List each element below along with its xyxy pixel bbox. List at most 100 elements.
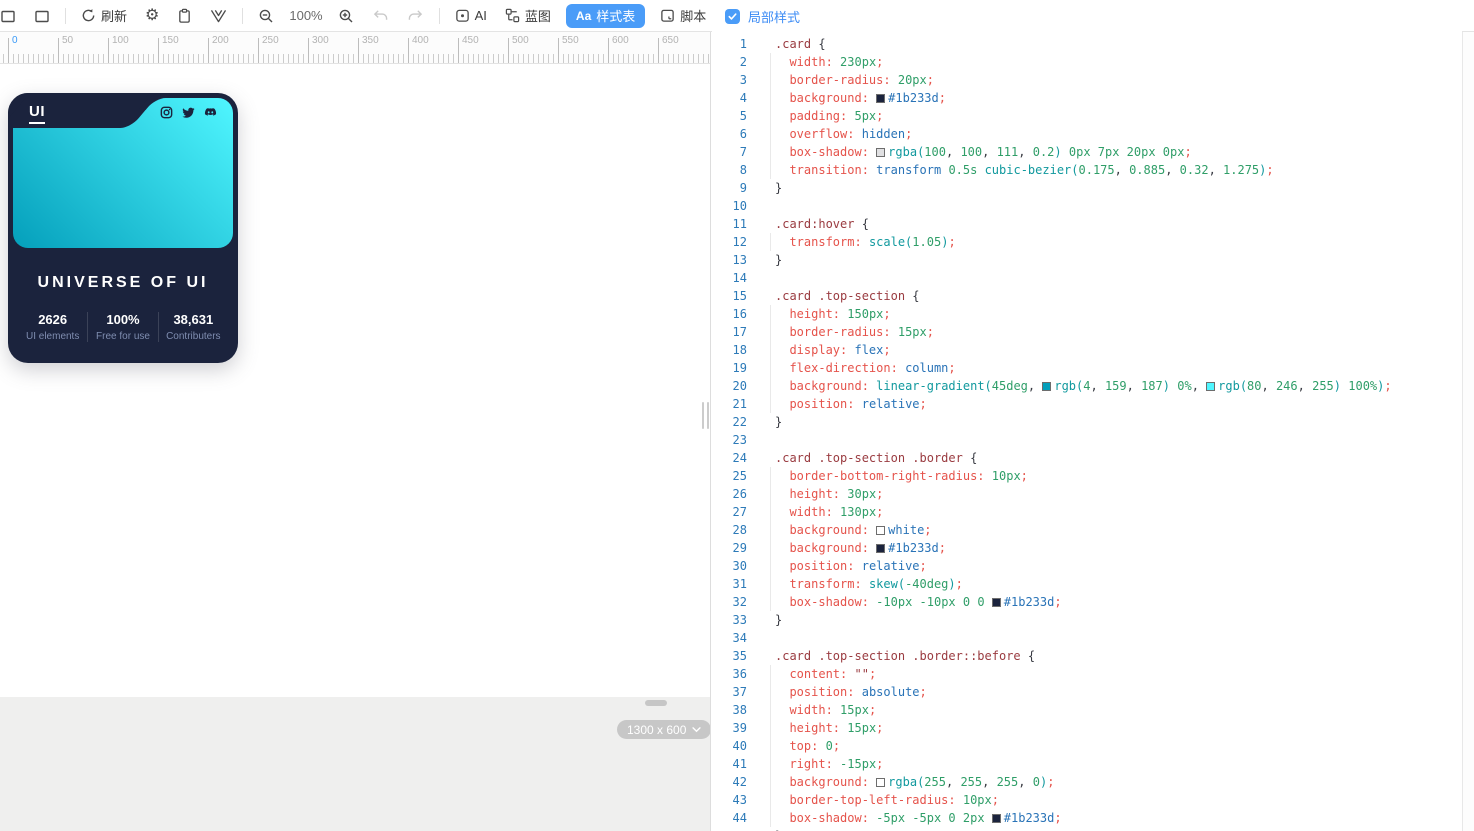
ruler-unit: 400 [408, 38, 458, 64]
clipboard-button[interactable] [168, 0, 201, 31]
code-line[interactable]: 22} [711, 413, 1462, 431]
color-swatch[interactable] [876, 94, 885, 103]
stat-value: 38,631 [159, 312, 228, 327]
script-tab[interactable]: 脚本 [651, 0, 715, 31]
code-line[interactable]: 14 [711, 269, 1462, 287]
twitter-icon[interactable] [182, 106, 195, 119]
ai-button[interactable]: AI [446, 0, 496, 31]
color-swatch[interactable] [1042, 382, 1051, 391]
preview-card[interactable]: UI UNIVERSE OF UI 2626 UI elements 100% … [8, 93, 238, 363]
stat-label: Free for use [88, 331, 157, 342]
code-line[interactable]: 39 height: 15px; [711, 719, 1462, 737]
code-line[interactable]: 2 width: 230px; [711, 53, 1462, 71]
code-line[interactable]: 34 [711, 629, 1462, 647]
code-line[interactable]: 44 box-shadow: -5px -5px 0 2px #1b233d; [711, 809, 1462, 827]
redo-button[interactable] [398, 0, 433, 31]
code-line[interactable]: 40 top: 0; [711, 737, 1462, 755]
horizontal-scrollbar-thumb[interactable] [645, 700, 667, 706]
card-logo: UI [29, 104, 45, 124]
discord-icon[interactable] [204, 106, 217, 119]
line-number: 22 [711, 413, 747, 431]
editor-scrollbar-track[interactable] [1462, 32, 1474, 831]
code-line[interactable]: 24.card .top-section .border { [711, 449, 1462, 467]
color-swatch[interactable] [876, 778, 885, 787]
instagram-icon[interactable] [160, 106, 173, 119]
indent-guide [770, 143, 771, 161]
code-line[interactable]: 36 content: ""; [711, 665, 1462, 683]
line-number: 27 [711, 503, 747, 521]
code-line[interactable]: 5 padding: 5px; [711, 107, 1462, 125]
canvas-size-selector[interactable]: 1300 x 600 [617, 720, 711, 739]
indent-guide [770, 665, 771, 683]
clipboard-icon [177, 8, 192, 24]
code-line[interactable]: 21 position: relative; [711, 395, 1462, 413]
code-line[interactable]: 23 [711, 431, 1462, 449]
toolbar-separator [439, 8, 440, 24]
code-line[interactable]: 12 transform: scale(1.05); [711, 233, 1462, 251]
line-number: 24 [711, 449, 747, 467]
code-line[interactable]: 37 position: absolute; [711, 683, 1462, 701]
code-line[interactable]: 4 background: #1b233d; [711, 89, 1462, 107]
stat-item: 2626 UI elements [18, 312, 87, 342]
line-number: 40 [711, 737, 747, 755]
color-swatch[interactable] [1206, 382, 1215, 391]
color-swatch[interactable] [876, 544, 885, 553]
code-line[interactable]: 1.card { [711, 35, 1462, 53]
code-line[interactable]: 43 border-top-left-radius: 10px; [711, 791, 1462, 809]
code-line[interactable]: 42 background: rgba(255, 255, 255, 0); [711, 773, 1462, 791]
local-style-checkbox[interactable] [725, 9, 740, 24]
code-line[interactable]: 17 border-radius: 15px; [711, 323, 1462, 341]
code-line[interactable]: 26 height: 30px; [711, 485, 1462, 503]
code-line[interactable]: 41 right: -15px; [711, 755, 1462, 773]
frame-icon[interactable] [25, 0, 59, 31]
ai-icon [455, 8, 470, 23]
vue-button[interactable] [201, 0, 236, 31]
cropped-left-icon[interactable] [0, 0, 25, 31]
code-line[interactable]: 7 box-shadow: rgba(100, 100, 111, 0.2) 0… [711, 143, 1462, 161]
ruler-unit: 450 [458, 38, 508, 64]
blueprint-button[interactable]: 蓝图 [496, 0, 560, 31]
canvas-size-label: 1300 x 600 [627, 723, 686, 737]
code-line[interactable]: 6 overflow: hidden; [711, 125, 1462, 143]
code-line[interactable]: 29 background: #1b233d; [711, 539, 1462, 557]
zoom-out-button[interactable] [249, 0, 283, 31]
code-line[interactable]: 11.card:hover { [711, 215, 1462, 233]
code-line[interactable]: 20 background: linear-gradient(45deg, rg… [711, 377, 1462, 395]
card-bottom-section: UNIVERSE OF UI 2626 UI elements 100% Fre… [13, 274, 233, 358]
code-line[interactable]: 32 box-shadow: -10px -10px 0 0 #1b233d; [711, 593, 1462, 611]
code-line[interactable]: 8 transition: transform 0.5s cubic-bezie… [711, 161, 1462, 179]
color-swatch[interactable] [876, 526, 885, 535]
color-swatch[interactable] [876, 148, 885, 157]
code-line[interactable]: 3 border-radius: 20px; [711, 71, 1462, 89]
code-line[interactable]: 19 flex-direction: column; [711, 359, 1462, 377]
code-line[interactable]: 16 height: 150px; [711, 305, 1462, 323]
code-line[interactable]: 35.card .top-section .border::before { [711, 647, 1462, 665]
color-swatch[interactable] [992, 598, 1001, 607]
undo-button[interactable] [363, 0, 398, 31]
panel-resize-handle[interactable] [702, 402, 709, 429]
zoom-level[interactable]: 100% [283, 8, 328, 23]
local-style-toggle[interactable]: 局部样式 [712, 0, 1462, 32]
code-line[interactable]: 30 position: relative; [711, 557, 1462, 575]
blueprint-label: 蓝图 [525, 6, 551, 25]
code-line[interactable]: 18 display: flex; [711, 341, 1462, 359]
code-line[interactable]: 13} [711, 251, 1462, 269]
code-line[interactable]: 10 [711, 197, 1462, 215]
refresh-button[interactable]: 刷新 [72, 0, 136, 31]
css-code-editor[interactable]: 1.card {2 width: 230px;3 border-radius: … [711, 32, 1462, 831]
code-line[interactable]: 33} [711, 611, 1462, 629]
code-lines: 1.card {2 width: 230px;3 border-radius: … [711, 32, 1462, 831]
zoom-in-button[interactable] [329, 0, 363, 31]
color-swatch[interactable] [992, 814, 1001, 823]
code-line[interactable]: 28 background: white; [711, 521, 1462, 539]
code-line[interactable]: 15.card .top-section { [711, 287, 1462, 305]
code-line[interactable]: 25 border-bottom-right-radius: 10px; [711, 467, 1462, 485]
code-line[interactable]: 38 width: 15px; [711, 701, 1462, 719]
code-line[interactable]: 27 width: 130px; [711, 503, 1462, 521]
code-line[interactable]: 9} [711, 179, 1462, 197]
settings-button[interactable]: ⚙ [136, 0, 168, 31]
code-line[interactable]: 45} [711, 827, 1462, 831]
line-number: 33 [711, 611, 747, 629]
stylesheet-tab[interactable]: Aa 样式表 [566, 4, 645, 28]
code-line[interactable]: 31 transform: skew(-40deg); [711, 575, 1462, 593]
